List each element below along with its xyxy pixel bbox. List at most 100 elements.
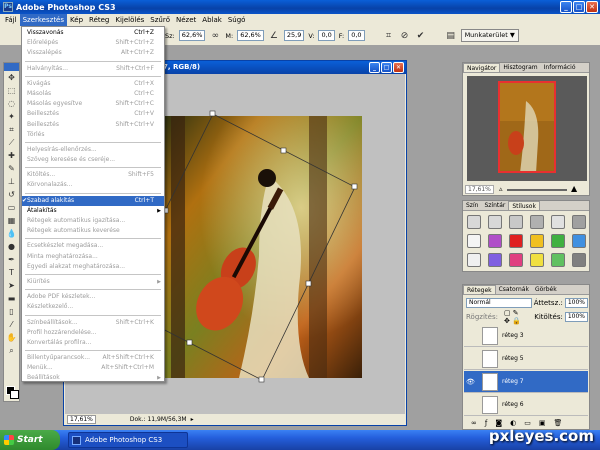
tab-color[interactable]: Szín [463,201,481,210]
menu-window[interactable]: Ablak [199,14,225,26]
lasso-tool-icon[interactable]: ◌ [4,97,19,110]
healing-tool-icon[interactable]: ✚ [4,149,19,162]
edit-menu-item[interactable]: Visszalépés Alt+Ctrl+Z [22,48,164,58]
eraser-tool-icon[interactable]: ▭ [4,201,19,214]
edit-menu-item[interactable]: Beillesztés Shift+Ctrl+V [22,120,164,130]
navigator-thumbnail[interactable] [467,76,587,181]
lock-icon[interactable]: ▢ ✎ ✥ 🔒 [504,309,524,325]
close-button[interactable]: ✕ [586,1,598,13]
edit-menu-item[interactable]: Halványítás... Shift+Ctrl+F [22,64,164,74]
edit-menu-item[interactable]: Adobe PDF készletek... [22,292,164,302]
history-brush-icon[interactable]: ↺ [4,188,19,201]
edit-menu-item[interactable]: ✔ Szabad alakítás Ctrl+T [22,195,164,206]
style-swatch[interactable] [572,253,586,267]
edit-menu-item[interactable]: Átalakítás ▶ [22,206,164,216]
edit-menu-item[interactable]: Másolás egyesítve Shift+Ctrl+C [22,99,164,109]
blend-mode-select[interactable]: Normál [466,297,532,308]
width-field[interactable]: 62,6% [178,30,206,41]
start-button[interactable]: Start [0,430,60,450]
vskew-field[interactable]: 0,0 [348,30,365,41]
eyedropper-tool-icon[interactable]: ⁄ [4,318,19,331]
edit-menu-item[interactable]: Kiürítés ▶ [22,277,164,287]
style-swatch[interactable] [488,215,502,229]
navigator-zoom-slider[interactable] [507,189,567,191]
taskbar-item-photoshop[interactable]: Adobe Photoshop CS3 [68,432,188,448]
edit-menu-item[interactable]: Minta meghatározása... [22,252,164,262]
edit-menu-item[interactable]: Egyedi alakzat meghatározása... [22,262,164,272]
edit-menu-item[interactable]: Beállítások ▶ [22,373,164,383]
edit-menu-item[interactable]: Konvertálás profilra... [22,338,164,348]
hand-tool-icon[interactable]: ✋ [4,331,19,344]
menu-layer[interactable]: Réteg [86,14,112,26]
layer-row[interactable]: réteg 3 [464,325,588,347]
edit-menu-item[interactable]: Körvonalazás... [22,180,164,190]
style-swatch[interactable] [509,234,523,248]
style-swatch[interactable] [530,234,544,248]
opacity-field[interactable]: 100% [564,297,588,308]
tab-channels[interactable]: Csatornák [496,285,532,294]
edit-menu-item[interactable]: Profil hozzárendelése... [22,328,164,338]
stamp-tool-icon[interactable]: ⊥ [4,175,19,188]
edit-menu-item[interactable]: Rétegek automatikus igazítása... [22,216,164,226]
brushes-icon[interactable]: ▤ [445,30,457,42]
edit-menu-item[interactable]: Visszavonás Ctrl+Z [22,28,164,38]
edit-menu-item[interactable]: Ecsetkészlet megadása... [22,241,164,251]
maximize-button[interactable]: □ [573,1,585,13]
minimize-button[interactable]: _ [560,1,572,13]
style-swatch[interactable] [551,234,565,248]
fill-field[interactable]: 100% [564,311,588,322]
toolbox-header[interactable] [4,63,19,71]
brush-tool-icon[interactable]: ✎ [4,162,19,175]
workspace-dropdown[interactable]: Munkaterület ▼ [460,29,519,42]
tab-navigator[interactable]: Navigátor [463,63,501,72]
navigator-zoom[interactable]: 17,61% [465,185,494,194]
crop-tool-icon[interactable]: ⌗ [4,123,19,136]
style-swatch[interactable] [551,253,565,267]
tab-styles[interactable]: Stílusok [508,201,540,210]
edit-menu-item[interactable]: Másolás Ctrl+C [22,89,164,99]
link-layers-icon[interactable]: ∞ [471,419,477,429]
edit-menu-item[interactable]: Rétegek automatikus keverése [22,226,164,236]
zoom-in-icon[interactable]: ▲ [571,184,577,193]
tab-swatches[interactable]: Színtár [481,201,508,210]
edit-menu-item[interactable]: Beillesztés Ctrl+V [22,109,164,119]
edit-menu-item[interactable]: Színbeállítások... Shift+Ctrl+K [22,318,164,328]
tab-histogram[interactable]: Hisztogram [500,63,540,72]
style-swatch[interactable] [467,253,481,267]
dodge-tool-icon[interactable]: ● [4,240,19,253]
edit-menu-item[interactable]: Kitöltés... Shift+F5 [22,170,164,180]
zoom-out-icon[interactable]: ▵ [499,185,503,193]
menu-help[interactable]: Súgó [225,14,249,26]
doc-zoom-field[interactable]: 17,61% [67,414,96,424]
hskew-field[interactable]: 0,0 [318,30,335,41]
layer-row[interactable]: réteg 6 [464,394,588,416]
style-swatch[interactable] [572,215,586,229]
doc-close-button[interactable]: ✕ [393,62,404,73]
angle-field[interactable]: 25,9 [283,30,305,41]
path-select-icon[interactable]: ➤ [4,279,19,292]
background-color[interactable] [10,390,19,399]
slice-tool-icon[interactable]: ⟋ [4,136,19,149]
commit-transform-icon[interactable]: ✔ [415,30,427,42]
layer-row[interactable]: réteg 5 [464,348,588,370]
gradient-tool-icon[interactable]: ▦ [4,214,19,227]
status-arrow-icon[interactable]: ▸ [191,416,194,423]
navigator-view-box[interactable] [498,81,556,173]
visibility-eye-icon[interactable]: 👁 [464,378,477,386]
style-swatch[interactable] [509,253,523,267]
blur-tool-icon[interactable]: 💧 [4,227,19,240]
edit-menu-item[interactable]: Kivágás Ctrl+X [22,79,164,89]
edit-menu-item[interactable]: Helyesírás-ellenőrzés... [22,145,164,155]
warp-icon[interactable]: ⌗ [383,30,395,42]
notes-tool-icon[interactable]: ▯ [4,305,19,318]
menu-image[interactable]: Kép [67,14,86,26]
tab-info[interactable]: Információ [541,63,579,72]
style-swatch[interactable] [467,215,481,229]
style-swatch[interactable] [488,234,502,248]
pen-tool-icon[interactable]: ✒ [4,253,19,266]
style-swatch[interactable] [530,253,544,267]
edit-menu-item[interactable]: Menük... Alt+Shift+Ctrl+M [22,363,164,373]
zoom-tool-icon[interactable]: ⌕ [4,344,19,357]
style-swatch[interactable] [572,234,586,248]
menu-view[interactable]: Nézet [173,14,199,26]
